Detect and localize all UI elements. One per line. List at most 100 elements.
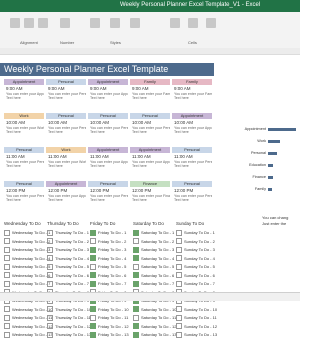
schedule-cell[interactable]: Appointment 9:00 AM You can enter your App…: [4, 79, 44, 109]
checkbox-icon[interactable]: [90, 229, 96, 236]
checkbox-icon[interactable]: [176, 238, 182, 245]
checkbox-icon[interactable]: [176, 331, 182, 338]
cell-styles-icon[interactable]: [130, 18, 140, 28]
todo-item[interactable]: Wednesday To Do - 1: [4, 229, 53, 238]
todo-item[interactable]: Wednesday To Do - 13: [4, 331, 53, 340]
formula-bar[interactable]: [0, 48, 300, 55]
checkbox-icon[interactable]: [47, 263, 53, 270]
todo-item[interactable]: Friday To Do - 6: [90, 272, 129, 281]
checkbox-icon[interactable]: [133, 238, 139, 245]
checkbox-icon[interactable]: [176, 280, 182, 287]
schedule-cell[interactable]: Family 9:00 AM You can enter your Family Te…: [130, 79, 170, 109]
todo-item[interactable]: Friday To Do - 12: [90, 323, 129, 332]
todo-item[interactable]: Sunday To Do - 6: [176, 272, 217, 281]
checkbox-icon[interactable]: [4, 238, 10, 245]
checkbox-icon[interactable]: [47, 323, 53, 330]
schedule-cell[interactable]: Personal12:00 PMYou can enter your Perso…: [172, 181, 212, 211]
todo-item[interactable]: Saturday To Do - 4: [133, 255, 177, 264]
insert-cells-icon[interactable]: [170, 18, 180, 28]
todo-item[interactable]: Sunday To Do - 11: [176, 314, 217, 323]
checkbox-icon[interactable]: [47, 331, 53, 338]
todo-item[interactable]: Friday To Do - 10: [90, 306, 129, 315]
todo-item[interactable]: Friday To Do - 7: [90, 280, 129, 289]
checkbox-icon[interactable]: [133, 255, 139, 262]
schedule-cell[interactable]: Personal12:00 PMYou can enter your Perso…: [4, 181, 44, 211]
todo-item[interactable]: Thursday To Do - 7: [47, 280, 91, 289]
checkbox-icon[interactable]: [176, 314, 182, 321]
checkbox-icon[interactable]: [133, 314, 139, 321]
todo-item[interactable]: Saturday To Do - 3: [133, 246, 177, 255]
checkbox-icon[interactable]: [4, 323, 10, 330]
checkbox-icon[interactable]: [4, 246, 10, 253]
checkbox-icon[interactable]: [4, 255, 10, 262]
todo-item[interactable]: Thursday To Do - 3: [47, 246, 91, 255]
worksheet[interactable]: Weekly Personal Planner Excel Template A…: [0, 55, 300, 338]
todo-item[interactable]: Saturday To Do - 2: [133, 238, 177, 247]
checkbox-icon[interactable]: [90, 272, 96, 279]
todo-item[interactable]: Sunday To Do - 1: [176, 229, 217, 238]
todo-item[interactable]: Thursday To Do - 12: [47, 323, 91, 332]
checkbox-icon[interactable]: [47, 306, 53, 313]
todo-item[interactable]: Friday To Do - 1: [90, 229, 129, 238]
format-cells-icon[interactable]: [206, 18, 216, 28]
checkbox-icon[interactable]: [133, 323, 139, 330]
todo-item[interactable]: Saturday To Do - 13: [133, 331, 177, 340]
checkbox-icon[interactable]: [4, 229, 10, 236]
schedule-cell[interactable]: Finance12:00 PMYou can enter your Financ…: [130, 181, 170, 211]
todo-item[interactable]: Friday To Do - 3: [90, 246, 129, 255]
checkbox-icon[interactable]: [4, 331, 10, 338]
checkbox-icon[interactable]: [90, 331, 96, 338]
format-table-icon[interactable]: [110, 18, 120, 28]
align-center-icon[interactable]: [24, 18, 34, 28]
todo-item[interactable]: Saturday To Do - 5: [133, 263, 177, 272]
checkbox-icon[interactable]: [176, 272, 182, 279]
checkbox-icon[interactable]: [90, 255, 96, 262]
todo-item[interactable]: Sunday To Do - 7: [176, 280, 217, 289]
checkbox-icon[interactable]: [4, 314, 10, 321]
checkbox-icon[interactable]: [90, 280, 96, 287]
checkbox-icon[interactable]: [47, 246, 53, 253]
checkbox-icon[interactable]: [90, 246, 96, 253]
todo-item[interactable]: Wednesday To Do - 12: [4, 323, 53, 332]
checkbox-icon[interactable]: [4, 280, 10, 287]
checkbox-icon[interactable]: [176, 263, 182, 270]
checkbox-icon[interactable]: [47, 272, 53, 279]
todo-item[interactable]: Wednesday To Do - 7: [4, 280, 53, 289]
todo-item[interactable]: Thursday To Do - 1: [47, 229, 91, 238]
todo-item[interactable]: Thursday To Do - 2: [47, 238, 91, 247]
schedule-cell[interactable]: Personal10:00 AMYou can enter your Perso…: [130, 113, 170, 143]
schedule-cell[interactable]: Personal10:00 AMYou can enter your Perso…: [88, 113, 128, 143]
schedule-cell[interactable]: Personal9:00 AMYou can enter your Person…: [46, 79, 86, 109]
checkbox-icon[interactable]: [133, 306, 139, 313]
todo-item[interactable]: Wednesday To Do - 5: [4, 263, 53, 272]
checkbox-icon[interactable]: [133, 229, 139, 236]
todo-item[interactable]: Thursday To Do - 6: [47, 272, 91, 281]
todo-item[interactable]: Friday To Do - 11: [90, 314, 129, 323]
checkbox-icon[interactable]: [133, 246, 139, 253]
checkbox-icon[interactable]: [47, 238, 53, 245]
schedule-cell[interactable]: Family 9:00 AM You can enter your Family Te…: [172, 79, 212, 109]
todo-item[interactable]: Friday To Do - 2: [90, 238, 129, 247]
todo-item[interactable]: Sunday To Do - 3: [176, 246, 217, 255]
todo-item[interactable]: Saturday To Do - 12: [133, 323, 177, 332]
checkbox-icon[interactable]: [47, 280, 53, 287]
checkbox-icon[interactable]: [4, 272, 10, 279]
checkbox-icon[interactable]: [90, 263, 96, 270]
checkbox-icon[interactable]: [176, 306, 182, 313]
todo-item[interactable]: Friday To Do - 5: [90, 263, 129, 272]
todo-item[interactable]: Friday To Do - 13: [90, 331, 129, 340]
todo-item[interactable]: Saturday To Do - 6: [133, 272, 177, 281]
schedule-cell[interactable]: Personal11:00 AMYou can enter your Perso…: [172, 147, 212, 177]
schedule-cell[interactable]: Appointment 12:00 PM You can enter your Ap…: [46, 181, 86, 211]
checkbox-icon[interactable]: [90, 306, 96, 313]
checkbox-icon[interactable]: [176, 246, 182, 253]
todo-item[interactable]: Saturday To Do - 10: [133, 306, 177, 315]
align-left-icon[interactable]: [10, 18, 20, 28]
todo-item[interactable]: Sunday To Do - 2: [176, 238, 217, 247]
schedule-cell[interactable]: Work 10:00 AM You can enter your Work Text …: [4, 113, 44, 143]
checkbox-icon[interactable]: [4, 263, 10, 270]
align-right-icon[interactable]: [38, 18, 48, 28]
todo-item[interactable]: Wednesday To Do - 4: [4, 255, 53, 264]
todo-item[interactable]: Sunday To Do - 4: [176, 255, 217, 264]
todo-item[interactable]: Saturday To Do - 11: [133, 314, 177, 323]
